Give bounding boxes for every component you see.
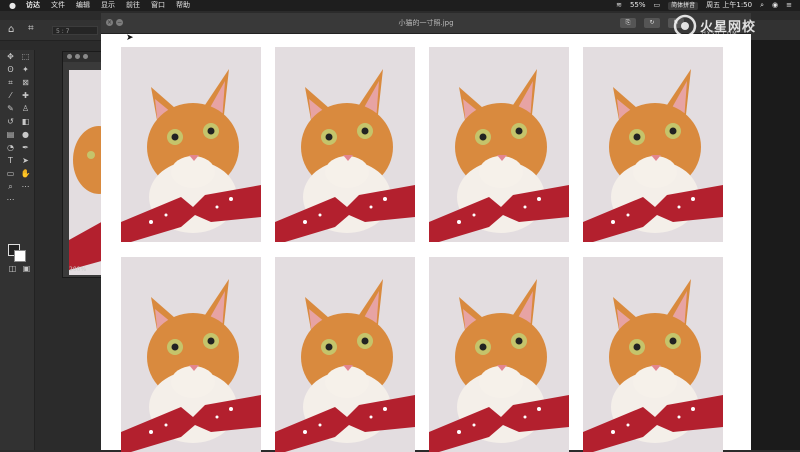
ratio-field[interactable]: 5 : 7 <box>52 26 98 35</box>
menu-list: 访达 文件 编辑 显示 前往 窗口 帮助 <box>26 0 190 11</box>
menu-view[interactable]: 显示 <box>101 0 115 11</box>
wifi-icon[interactable]: ≋ <box>616 0 622 11</box>
cat-photo <box>275 47 415 242</box>
menu-file[interactable]: 文件 <box>51 0 65 11</box>
lasso-tool-icon[interactable]: ʘ <box>4 65 17 75</box>
watermark-subtext: HXSD.COM <box>702 31 738 37</box>
shape-icon[interactable]: ▭ <box>4 169 17 179</box>
crop-tool-icon[interactable]: ⌗ <box>28 23 34 34</box>
cat-photo <box>275 257 415 452</box>
cat-illustration <box>275 257 415 452</box>
magic-wand-icon[interactable]: ✦ <box>19 65 32 75</box>
menu-edit[interactable]: 编辑 <box>76 0 90 11</box>
watermark-swirl-icon <box>673 14 697 38</box>
cat-illustration <box>121 257 261 452</box>
minimize-icon[interactable] <box>75 54 80 59</box>
share-icon[interactable]: ⎘ <box>620 18 636 28</box>
move-tool-icon[interactable]: ✥ <box>4 52 17 62</box>
more-tools-icon[interactable]: ⋯ <box>4 195 17 205</box>
quick-mask-icon[interactable]: ◫ <box>6 264 19 274</box>
eyedropper-icon[interactable]: ⁄ <box>4 91 17 101</box>
battery-icon[interactable]: ▭ <box>654 0 661 11</box>
dodge-icon[interactable]: ◔ <box>4 143 17 153</box>
cat-illustration <box>121 47 261 242</box>
zoom-icon[interactable]: ⌕ <box>4 182 17 192</box>
close-icon[interactable] <box>67 54 72 59</box>
gradient-icon[interactable]: ▤ <box>4 130 17 140</box>
edit-toolbar-icon[interactable]: ⋯ <box>19 182 32 192</box>
hand-icon[interactable]: ✋ <box>19 169 32 179</box>
stamp-icon[interactable]: ♙ <box>19 104 32 114</box>
zoom-level: 200% <box>69 266 87 273</box>
preview-window: × − 小猫的一寸照.jpg ⎘ ↻ ✎ <box>101 13 751 452</box>
workspace-dark-area <box>751 40 800 450</box>
history-brush-icon[interactable]: ↺ <box>4 117 17 127</box>
cat-illustration <box>583 47 723 242</box>
apple-menu-icon[interactable]: ● <box>9 0 16 11</box>
window-titlebar: × − 小猫的一寸照.jpg ⎘ ↻ ✎ <box>101 13 751 34</box>
blur-icon[interactable]: ● <box>19 130 32 140</box>
marquee-tool-icon[interactable]: ⬚ <box>19 52 32 62</box>
screen-mode-icon[interactable]: ▣ <box>20 264 33 274</box>
cat-photo <box>429 257 569 452</box>
menu-help[interactable]: 帮助 <box>176 0 190 11</box>
crop-icon[interactable]: ⌗ <box>4 78 17 88</box>
battery-percent: 55% <box>629 1 646 9</box>
rotate-icon[interactable]: ↻ <box>644 18 660 28</box>
mouse-cursor-icon: ➤ <box>126 33 134 43</box>
type-icon[interactable]: T <box>4 156 17 166</box>
cat-photo <box>429 47 569 242</box>
cat-photo <box>121 257 261 452</box>
path-select-icon[interactable]: ➤ <box>19 156 32 166</box>
background-color-swatch[interactable] <box>14 250 26 262</box>
siri-icon[interactable]: ◉ <box>772 0 778 11</box>
pen-icon[interactable]: ✒ <box>19 143 32 153</box>
menu-go[interactable]: 前往 <box>126 0 140 11</box>
watermark-logo: 火星网校 HXSD.COM <box>672 14 792 40</box>
cat-photo <box>583 257 723 452</box>
frame-tool-icon[interactable]: ⊠ <box>19 78 32 88</box>
menu-bar: ● 访达 文件 编辑 显示 前往 窗口 帮助 ≋ 55% ▭ 简体拼音 周五 上… <box>0 0 800 11</box>
cat-photo <box>583 47 723 242</box>
menu-window[interactable]: 窗口 <box>151 0 165 11</box>
cat-photo <box>121 47 261 242</box>
healing-brush-icon[interactable]: ✚ <box>19 91 32 101</box>
home-icon[interactable]: ⌂ <box>8 24 14 35</box>
menu-finder[interactable]: 访达 <box>26 0 40 11</box>
eraser-icon[interactable]: ◧ <box>19 117 32 127</box>
zoom-window-icon[interactable] <box>83 54 88 59</box>
cat-illustration <box>429 47 569 242</box>
control-center-icon[interactable]: ≡ <box>786 0 792 11</box>
input-method[interactable]: 简体拼音 <box>668 1 699 10</box>
cat-illustration <box>275 47 415 242</box>
clock[interactable]: 周五 上午1:50 <box>706 0 752 11</box>
brush-icon[interactable]: ✎ <box>4 104 17 114</box>
cat-photo-thumbnail <box>69 70 105 275</box>
cat-illustration <box>429 257 569 452</box>
tool-panel: ✥ ⬚ ʘ ✦ ⌗ ⊠ ⁄ ✚ ✎ ♙ ↺ ◧ ▤ ● ◔ ✒ T ➤ ▭ ✋ … <box>0 50 35 450</box>
cat-illustration <box>583 257 723 452</box>
status-area: ≋ 55% ▭ 简体拼音 周五 上午1:50 ⌕ ◉ ≡ <box>616 0 792 11</box>
background-document-window[interactable]: 200% <box>62 51 106 278</box>
search-icon[interactable]: ⌕ <box>760 0 764 11</box>
